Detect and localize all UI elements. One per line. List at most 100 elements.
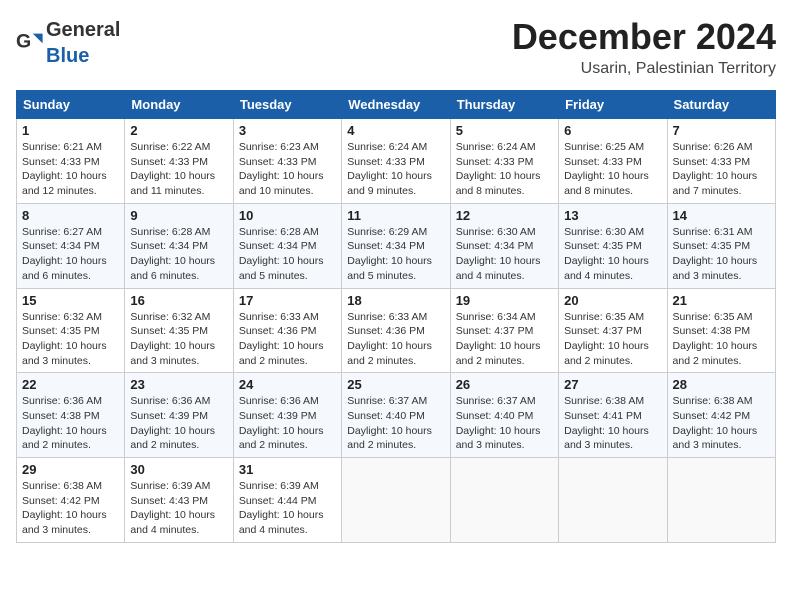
day-info: Sunrise: 6:39 AM Sunset: 4:43 PM Dayligh… bbox=[130, 479, 227, 538]
calendar-header-tuesday: Tuesday bbox=[233, 91, 341, 119]
calendar-cell: 3 Sunrise: 6:23 AM Sunset: 4:33 PM Daylig… bbox=[233, 119, 341, 204]
day-number: 20 bbox=[564, 293, 661, 308]
logo: G General Blue bbox=[16, 16, 120, 68]
calendar-cell: 8Sunrise: 6:27 AM Sunset: 4:34 PM Daylig… bbox=[17, 203, 125, 288]
calendar-cell: 29 Sunrise: 6:38 AM Sunset: 4:42 PM Dayli… bbox=[17, 458, 125, 543]
calendar-cell: 1 Sunrise: 6:21 AM Sunset: 4:33 PM Daylig… bbox=[17, 119, 125, 204]
day-number: 29 bbox=[22, 462, 119, 477]
day-info: Sunrise: 6:37 AM Sunset: 4:40 PM Dayligh… bbox=[456, 394, 553, 453]
title-block: December 2024 Usarin, Palestinian Territ… bbox=[512, 16, 776, 78]
calendar-cell bbox=[450, 458, 558, 543]
day-number: 24 bbox=[239, 377, 336, 392]
logo-general-text: General bbox=[46, 19, 120, 41]
calendar-header-saturday: Saturday bbox=[667, 91, 775, 119]
day-number: 25 bbox=[347, 377, 444, 392]
day-info: Sunrise: 6:22 AM Sunset: 4:33 PM Dayligh… bbox=[130, 140, 227, 199]
day-number: 3 bbox=[239, 123, 336, 138]
calendar-header-thursday: Thursday bbox=[450, 91, 558, 119]
day-number: 8 bbox=[22, 208, 119, 223]
day-info: Sunrise: 6:36 AM Sunset: 4:39 PM Dayligh… bbox=[130, 394, 227, 453]
month-title: December 2024 bbox=[512, 16, 776, 58]
day-number: 14 bbox=[673, 208, 770, 223]
location-subtitle: Usarin, Palestinian Territory bbox=[512, 60, 776, 78]
calendar-cell bbox=[667, 458, 775, 543]
calendar-cell: 27 Sunrise: 6:38 AM Sunset: 4:41 PM Dayli… bbox=[559, 373, 667, 458]
day-number: 30 bbox=[130, 462, 227, 477]
day-info: Sunrise: 6:36 AM Sunset: 4:39 PM Dayligh… bbox=[239, 394, 336, 453]
day-info: Sunrise: 6:28 AM Sunset: 4:34 PM Dayligh… bbox=[239, 225, 336, 284]
calendar-cell: 19 Sunrise: 6:34 AM Sunset: 4:37 PM Dayli… bbox=[450, 288, 558, 373]
calendar-header-wednesday: Wednesday bbox=[342, 91, 450, 119]
page-header: G General Blue December 2024 Usarin, Pal… bbox=[16, 16, 776, 78]
calendar-cell: 23 Sunrise: 6:36 AM Sunset: 4:39 PM Dayli… bbox=[125, 373, 233, 458]
day-info: Sunrise: 6:23 AM Sunset: 4:33 PM Dayligh… bbox=[239, 140, 336, 199]
calendar-week-row: 22Sunrise: 6:36 AM Sunset: 4:38 PM Dayli… bbox=[17, 373, 776, 458]
logo-blue-text: Blue bbox=[46, 45, 89, 67]
day-info: Sunrise: 6:32 AM Sunset: 4:35 PM Dayligh… bbox=[130, 310, 227, 369]
day-info: Sunrise: 6:30 AM Sunset: 4:35 PM Dayligh… bbox=[564, 225, 661, 284]
day-number: 2 bbox=[130, 123, 227, 138]
day-number: 15 bbox=[22, 293, 119, 308]
calendar-cell bbox=[342, 458, 450, 543]
calendar-week-row: 1 Sunrise: 6:21 AM Sunset: 4:33 PM Daylig… bbox=[17, 119, 776, 204]
calendar-cell: 20 Sunrise: 6:35 AM Sunset: 4:37 PM Dayli… bbox=[559, 288, 667, 373]
day-info: Sunrise: 6:29 AM Sunset: 4:34 PM Dayligh… bbox=[347, 225, 444, 284]
svg-text:G: G bbox=[16, 31, 31, 53]
day-number: 4 bbox=[347, 123, 444, 138]
calendar-cell: 5Sunrise: 6:24 AM Sunset: 4:33 PM Daylig… bbox=[450, 119, 558, 204]
day-number: 12 bbox=[456, 208, 553, 223]
calendar-cell: 24 Sunrise: 6:36 AM Sunset: 4:39 PM Dayli… bbox=[233, 373, 341, 458]
calendar-cell: 30 Sunrise: 6:39 AM Sunset: 4:43 PM Dayli… bbox=[125, 458, 233, 543]
day-number: 9 bbox=[130, 208, 227, 223]
day-number: 21 bbox=[673, 293, 770, 308]
day-number: 23 bbox=[130, 377, 227, 392]
day-number: 5 bbox=[456, 123, 553, 138]
day-number: 1 bbox=[22, 123, 119, 138]
calendar-table: SundayMondayTuesdayWednesdayThursdayFrid… bbox=[16, 90, 776, 543]
calendar-cell: 6Sunrise: 6:25 AM Sunset: 4:33 PM Daylig… bbox=[559, 119, 667, 204]
calendar-cell: 11Sunrise: 6:29 AM Sunset: 4:34 PM Dayli… bbox=[342, 203, 450, 288]
day-number: 18 bbox=[347, 293, 444, 308]
calendar-cell: 26Sunrise: 6:37 AM Sunset: 4:40 PM Dayli… bbox=[450, 373, 558, 458]
day-info: Sunrise: 6:24 AM Sunset: 4:33 PM Dayligh… bbox=[347, 140, 444, 199]
day-info: Sunrise: 6:39 AM Sunset: 4:44 PM Dayligh… bbox=[239, 479, 336, 538]
calendar-header-friday: Friday bbox=[559, 91, 667, 119]
day-info: Sunrise: 6:33 AM Sunset: 4:36 PM Dayligh… bbox=[347, 310, 444, 369]
calendar-cell: 13Sunrise: 6:30 AM Sunset: 4:35 PM Dayli… bbox=[559, 203, 667, 288]
calendar-cell: 14Sunrise: 6:31 AM Sunset: 4:35 PM Dayli… bbox=[667, 203, 775, 288]
day-info: Sunrise: 6:32 AM Sunset: 4:35 PM Dayligh… bbox=[22, 310, 119, 369]
day-info: Sunrise: 6:37 AM Sunset: 4:40 PM Dayligh… bbox=[347, 394, 444, 453]
day-number: 7 bbox=[673, 123, 770, 138]
day-number: 17 bbox=[239, 293, 336, 308]
calendar-cell: 9Sunrise: 6:28 AM Sunset: 4:34 PM Daylig… bbox=[125, 203, 233, 288]
calendar-cell: 22Sunrise: 6:36 AM Sunset: 4:38 PM Dayli… bbox=[17, 373, 125, 458]
day-info: Sunrise: 6:38 AM Sunset: 4:41 PM Dayligh… bbox=[564, 394, 661, 453]
calendar-header-sunday: Sunday bbox=[17, 91, 125, 119]
calendar-cell: 16Sunrise: 6:32 AM Sunset: 4:35 PM Dayli… bbox=[125, 288, 233, 373]
calendar-cell: 18 Sunrise: 6:33 AM Sunset: 4:36 PM Dayli… bbox=[342, 288, 450, 373]
day-info: Sunrise: 6:38 AM Sunset: 4:42 PM Dayligh… bbox=[22, 479, 119, 538]
calendar-cell: 10 Sunrise: 6:28 AM Sunset: 4:34 PM Dayli… bbox=[233, 203, 341, 288]
day-info: Sunrise: 6:35 AM Sunset: 4:37 PM Dayligh… bbox=[564, 310, 661, 369]
calendar-cell: 17Sunrise: 6:33 AM Sunset: 4:36 PM Dayli… bbox=[233, 288, 341, 373]
calendar-header-monday: Monday bbox=[125, 91, 233, 119]
day-info: Sunrise: 6:21 AM Sunset: 4:33 PM Dayligh… bbox=[22, 140, 119, 199]
day-number: 31 bbox=[239, 462, 336, 477]
calendar-cell: 31 Sunrise: 6:39 AM Sunset: 4:44 PM Dayli… bbox=[233, 458, 341, 543]
day-info: Sunrise: 6:34 AM Sunset: 4:37 PM Dayligh… bbox=[456, 310, 553, 369]
day-info: Sunrise: 6:36 AM Sunset: 4:38 PM Dayligh… bbox=[22, 394, 119, 453]
day-number: 19 bbox=[456, 293, 553, 308]
day-info: Sunrise: 6:30 AM Sunset: 4:34 PM Dayligh… bbox=[456, 225, 553, 284]
day-info: Sunrise: 6:35 AM Sunset: 4:38 PM Dayligh… bbox=[673, 310, 770, 369]
calendar-cell bbox=[559, 458, 667, 543]
calendar-cell: 15 Sunrise: 6:32 AM Sunset: 4:35 PM Dayli… bbox=[17, 288, 125, 373]
day-number: 10 bbox=[239, 208, 336, 223]
day-number: 27 bbox=[564, 377, 661, 392]
calendar-header-row: SundayMondayTuesdayWednesdayThursdayFrid… bbox=[17, 91, 776, 119]
calendar-week-row: 29 Sunrise: 6:38 AM Sunset: 4:42 PM Dayli… bbox=[17, 458, 776, 543]
calendar-cell: 4 Sunrise: 6:24 AM Sunset: 4:33 PM Daylig… bbox=[342, 119, 450, 204]
calendar-cell: 12 Sunrise: 6:30 AM Sunset: 4:34 PM Dayli… bbox=[450, 203, 558, 288]
day-info: Sunrise: 6:38 AM Sunset: 4:42 PM Dayligh… bbox=[673, 394, 770, 453]
calendar-week-row: 8Sunrise: 6:27 AM Sunset: 4:34 PM Daylig… bbox=[17, 203, 776, 288]
calendar-cell: 2 Sunrise: 6:22 AM Sunset: 4:33 PM Daylig… bbox=[125, 119, 233, 204]
